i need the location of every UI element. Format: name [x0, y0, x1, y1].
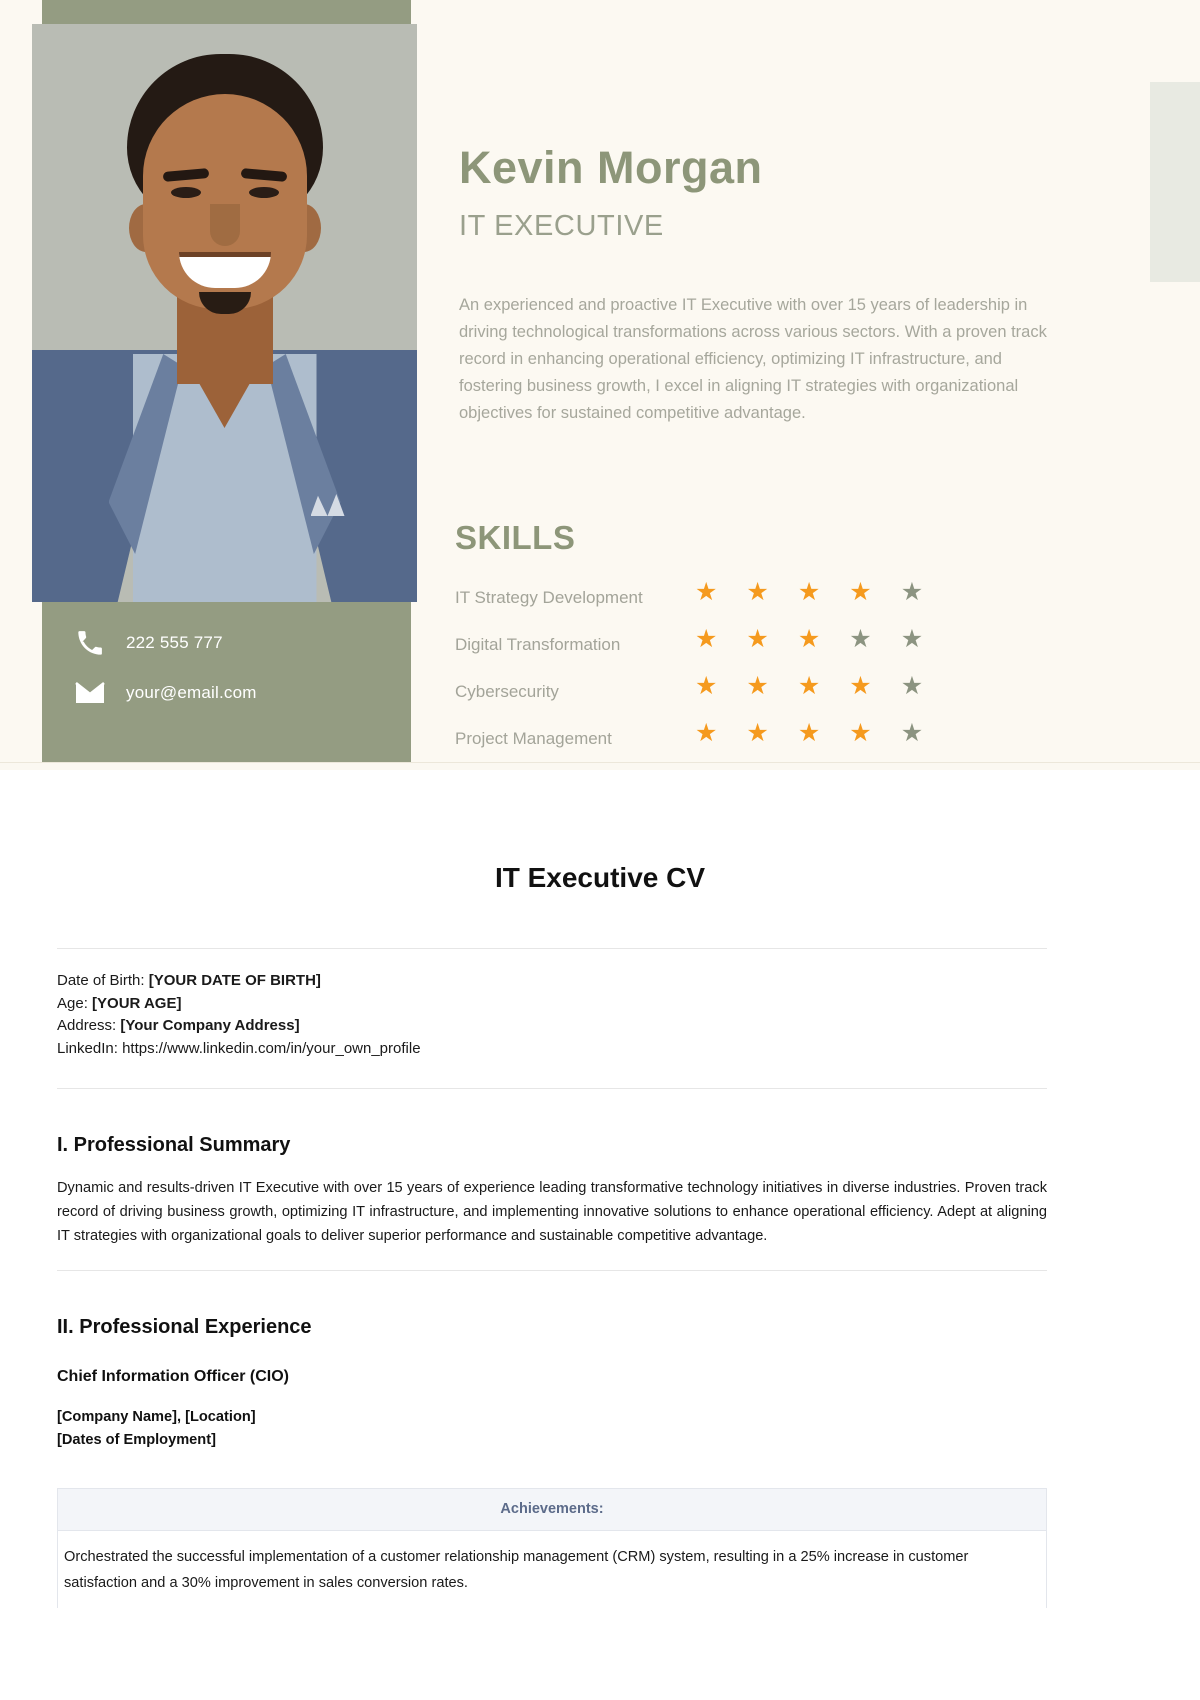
skill-row: Project Management ★ ★ ★ ★ ★	[455, 721, 975, 768]
star-empty-icon: ★	[900, 672, 924, 700]
dob-value: [YOUR DATE OF BIRTH]	[148, 972, 321, 989]
achievement-item: Orchestrated the successful implementati…	[64, 1549, 969, 1591]
skill-label: Project Management	[455, 729, 612, 748]
star-empty-icon: ★	[849, 625, 872, 653]
page-root: 222 555 777 your@email.com Kevin Morgan …	[0, 0, 1200, 1700]
star-filled-icon: ★	[849, 672, 872, 700]
contact-area: 222 555 777 your@email.com	[42, 602, 411, 770]
star-empty-icon: ★	[900, 625, 924, 653]
section-heading-professional-summary: I. Professional Summary	[57, 1134, 291, 1156]
star-filled-icon: ★	[746, 719, 769, 747]
phone-number: 222 555 777	[126, 633, 223, 652]
job-meta: [Company Name], [Location] [Dates of Emp…	[57, 1406, 256, 1452]
skills-heading: SKILLS	[455, 519, 576, 556]
star-filled-icon: ★	[695, 719, 718, 747]
address-label: Address:	[57, 1017, 117, 1034]
star-empty-icon: ★	[900, 719, 924, 747]
detail-age: Age: [YOUR AGE]	[57, 993, 421, 1016]
address-value: [Your Company Address]	[120, 1017, 300, 1034]
divider-after-details	[57, 1088, 1047, 1089]
cv-document: IT Executive CV Date of Birth: [YOUR DAT…	[0, 770, 1200, 1700]
document-title: IT Executive CV	[494, 862, 706, 893]
star-filled-icon: ★	[797, 672, 821, 700]
skill-row: Digital Transformation ★ ★ ★ ★ ★	[455, 627, 975, 674]
resume-card: 222 555 777 your@email.com Kevin Morgan …	[0, 0, 1200, 770]
linkedin-value[interactable]: https://www.linkedin.com/in/your_own_pro…	[122, 1040, 420, 1057]
star-filled-icon: ★	[797, 578, 821, 606]
card-bottom-divider	[0, 762, 1200, 770]
email-address: your@email.com	[126, 683, 257, 702]
job-dates: [Dates of Employment]	[57, 1432, 216, 1448]
linkedin-label: LinkedIn:	[57, 1039, 118, 1057]
contact-phone-row[interactable]: 222 555 777	[72, 628, 223, 658]
divider-top	[57, 948, 1047, 949]
star-filled-icon: ★	[695, 578, 718, 606]
skills-list: IT Strategy Development ★ ★ ★ ★ ★ Digital Tran…	[455, 580, 975, 768]
skill-rating: ★ ★ ★ ★ ★	[695, 674, 923, 699]
star-empty-icon: ★	[900, 578, 924, 606]
skill-label: Cybersecurity	[455, 682, 559, 701]
job-company-location: [Company Name], [Location]	[57, 1409, 256, 1425]
star-filled-icon: ★	[746, 625, 769, 653]
age-value: [YOUR AGE]	[92, 994, 182, 1012]
star-filled-icon: ★	[849, 719, 872, 747]
skill-rating: ★ ★ ★ ★ ★	[695, 627, 923, 652]
star-filled-icon: ★	[797, 719, 821, 747]
professional-summary-body: Dynamic and results-driven IT Executive …	[57, 1180, 1047, 1244]
phone-icon	[72, 628, 108, 658]
envelope-icon	[72, 678, 108, 708]
detail-linkedin: LinkedIn: https://www.linkedin.com/in/yo…	[57, 1038, 421, 1061]
candidate-name: Kevin Morgan	[459, 142, 763, 193]
star-filled-icon: ★	[797, 625, 821, 653]
accent-block-decoration	[1150, 82, 1200, 282]
divider-after-summary	[57, 1270, 1047, 1271]
achievements-table-header: Achievements:	[58, 1489, 1046, 1531]
star-filled-icon: ★	[849, 578, 872, 606]
dob-label: Date of Birth:	[57, 972, 145, 989]
skill-rating: ★ ★ ★ ★ ★	[695, 580, 923, 605]
star-filled-icon: ★	[746, 672, 769, 700]
contact-email-row[interactable]: your@email.com	[72, 678, 257, 708]
star-filled-icon: ★	[695, 672, 718, 700]
profile-summary-text: An experienced and proactive IT Executiv…	[459, 296, 1047, 422]
star-filled-icon: ★	[695, 625, 718, 653]
candidate-role: IT EXECUTIVE	[459, 210, 664, 242]
detail-date-of-birth: Date of Birth: [YOUR DATE OF BIRTH]	[57, 970, 421, 993]
skill-row: IT Strategy Development ★ ★ ★ ★ ★	[455, 580, 975, 627]
skill-row: Cybersecurity ★ ★ ★ ★ ★	[455, 674, 975, 721]
personal-details-block: Date of Birth: [YOUR DATE OF BIRTH] Age:…	[57, 970, 421, 1060]
profile-photo	[32, 24, 417, 602]
achievements-table: Achievements: Orchestrated the successfu…	[57, 1488, 1047, 1608]
star-filled-icon: ★	[746, 578, 769, 606]
age-label: Age:	[57, 994, 88, 1012]
skill-label: IT Strategy Development	[455, 588, 643, 607]
section-heading-professional-experience: II. Professional Experience	[57, 1316, 312, 1338]
job-title: Chief Information Officer (CIO)	[57, 1368, 289, 1385]
skill-label: Digital Transformation	[455, 635, 621, 654]
detail-address: Address: [Your Company Address]	[57, 1015, 421, 1038]
skill-rating: ★ ★ ★ ★ ★	[695, 721, 923, 746]
